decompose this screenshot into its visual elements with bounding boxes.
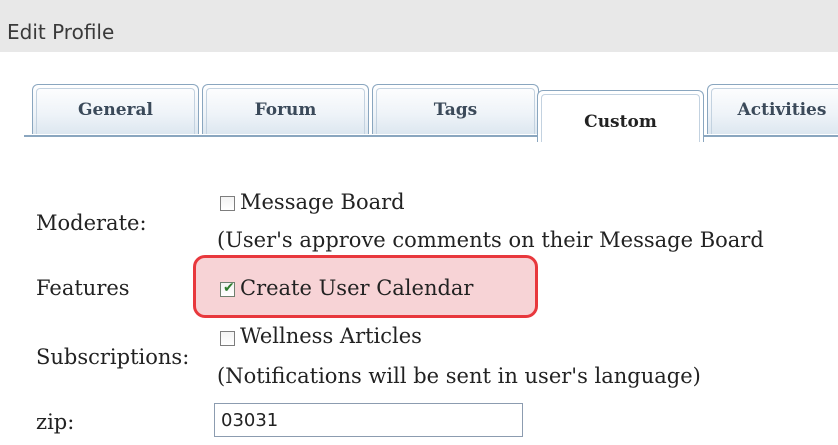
wellness-articles-option-label[interactable]: Wellness Articles xyxy=(240,324,422,348)
message-board-checkbox[interactable] xyxy=(220,196,235,211)
moderate-note: (User's approve comments on their Messag… xyxy=(217,228,764,252)
tab-general-label: General xyxy=(78,99,153,120)
tabs-baseline xyxy=(24,135,838,137)
zip-input[interactable] xyxy=(214,403,523,437)
tab-forum-label: Forum xyxy=(254,99,317,120)
tab-forum[interactable]: Forum xyxy=(202,84,369,134)
zip-label: zip: xyxy=(36,410,75,434)
tab-tags-label: Tags xyxy=(433,99,478,120)
tab-activities[interactable]: Activities xyxy=(707,84,838,134)
tab-custom[interactable]: Custom xyxy=(537,90,704,142)
tab-bar: General Forum Tags Custom Activities xyxy=(24,84,838,142)
tab-general[interactable]: General xyxy=(32,84,199,134)
create-user-calendar-option-label[interactable]: Create User Calendar xyxy=(240,276,473,300)
tab-tags[interactable]: Tags xyxy=(372,84,539,134)
features-label: Features xyxy=(36,276,130,300)
header-bar: Edit Profile xyxy=(0,0,838,52)
page-title: Edit Profile xyxy=(7,20,115,44)
wellness-articles-checkbox[interactable] xyxy=(220,331,235,346)
tab-activities-label: Activities xyxy=(737,99,827,120)
tab-custom-label: Custom xyxy=(584,111,657,132)
subscriptions-label: Subscriptions: xyxy=(36,345,190,369)
message-board-option-label[interactable]: Message Board xyxy=(240,190,405,214)
subscriptions-note: (Notifications will be sent in user's la… xyxy=(217,364,701,388)
checkmark-icon: ✔ xyxy=(223,280,235,296)
create-user-calendar-checkbox[interactable]: ✔ xyxy=(220,280,235,297)
moderate-label: Moderate: xyxy=(36,211,147,235)
